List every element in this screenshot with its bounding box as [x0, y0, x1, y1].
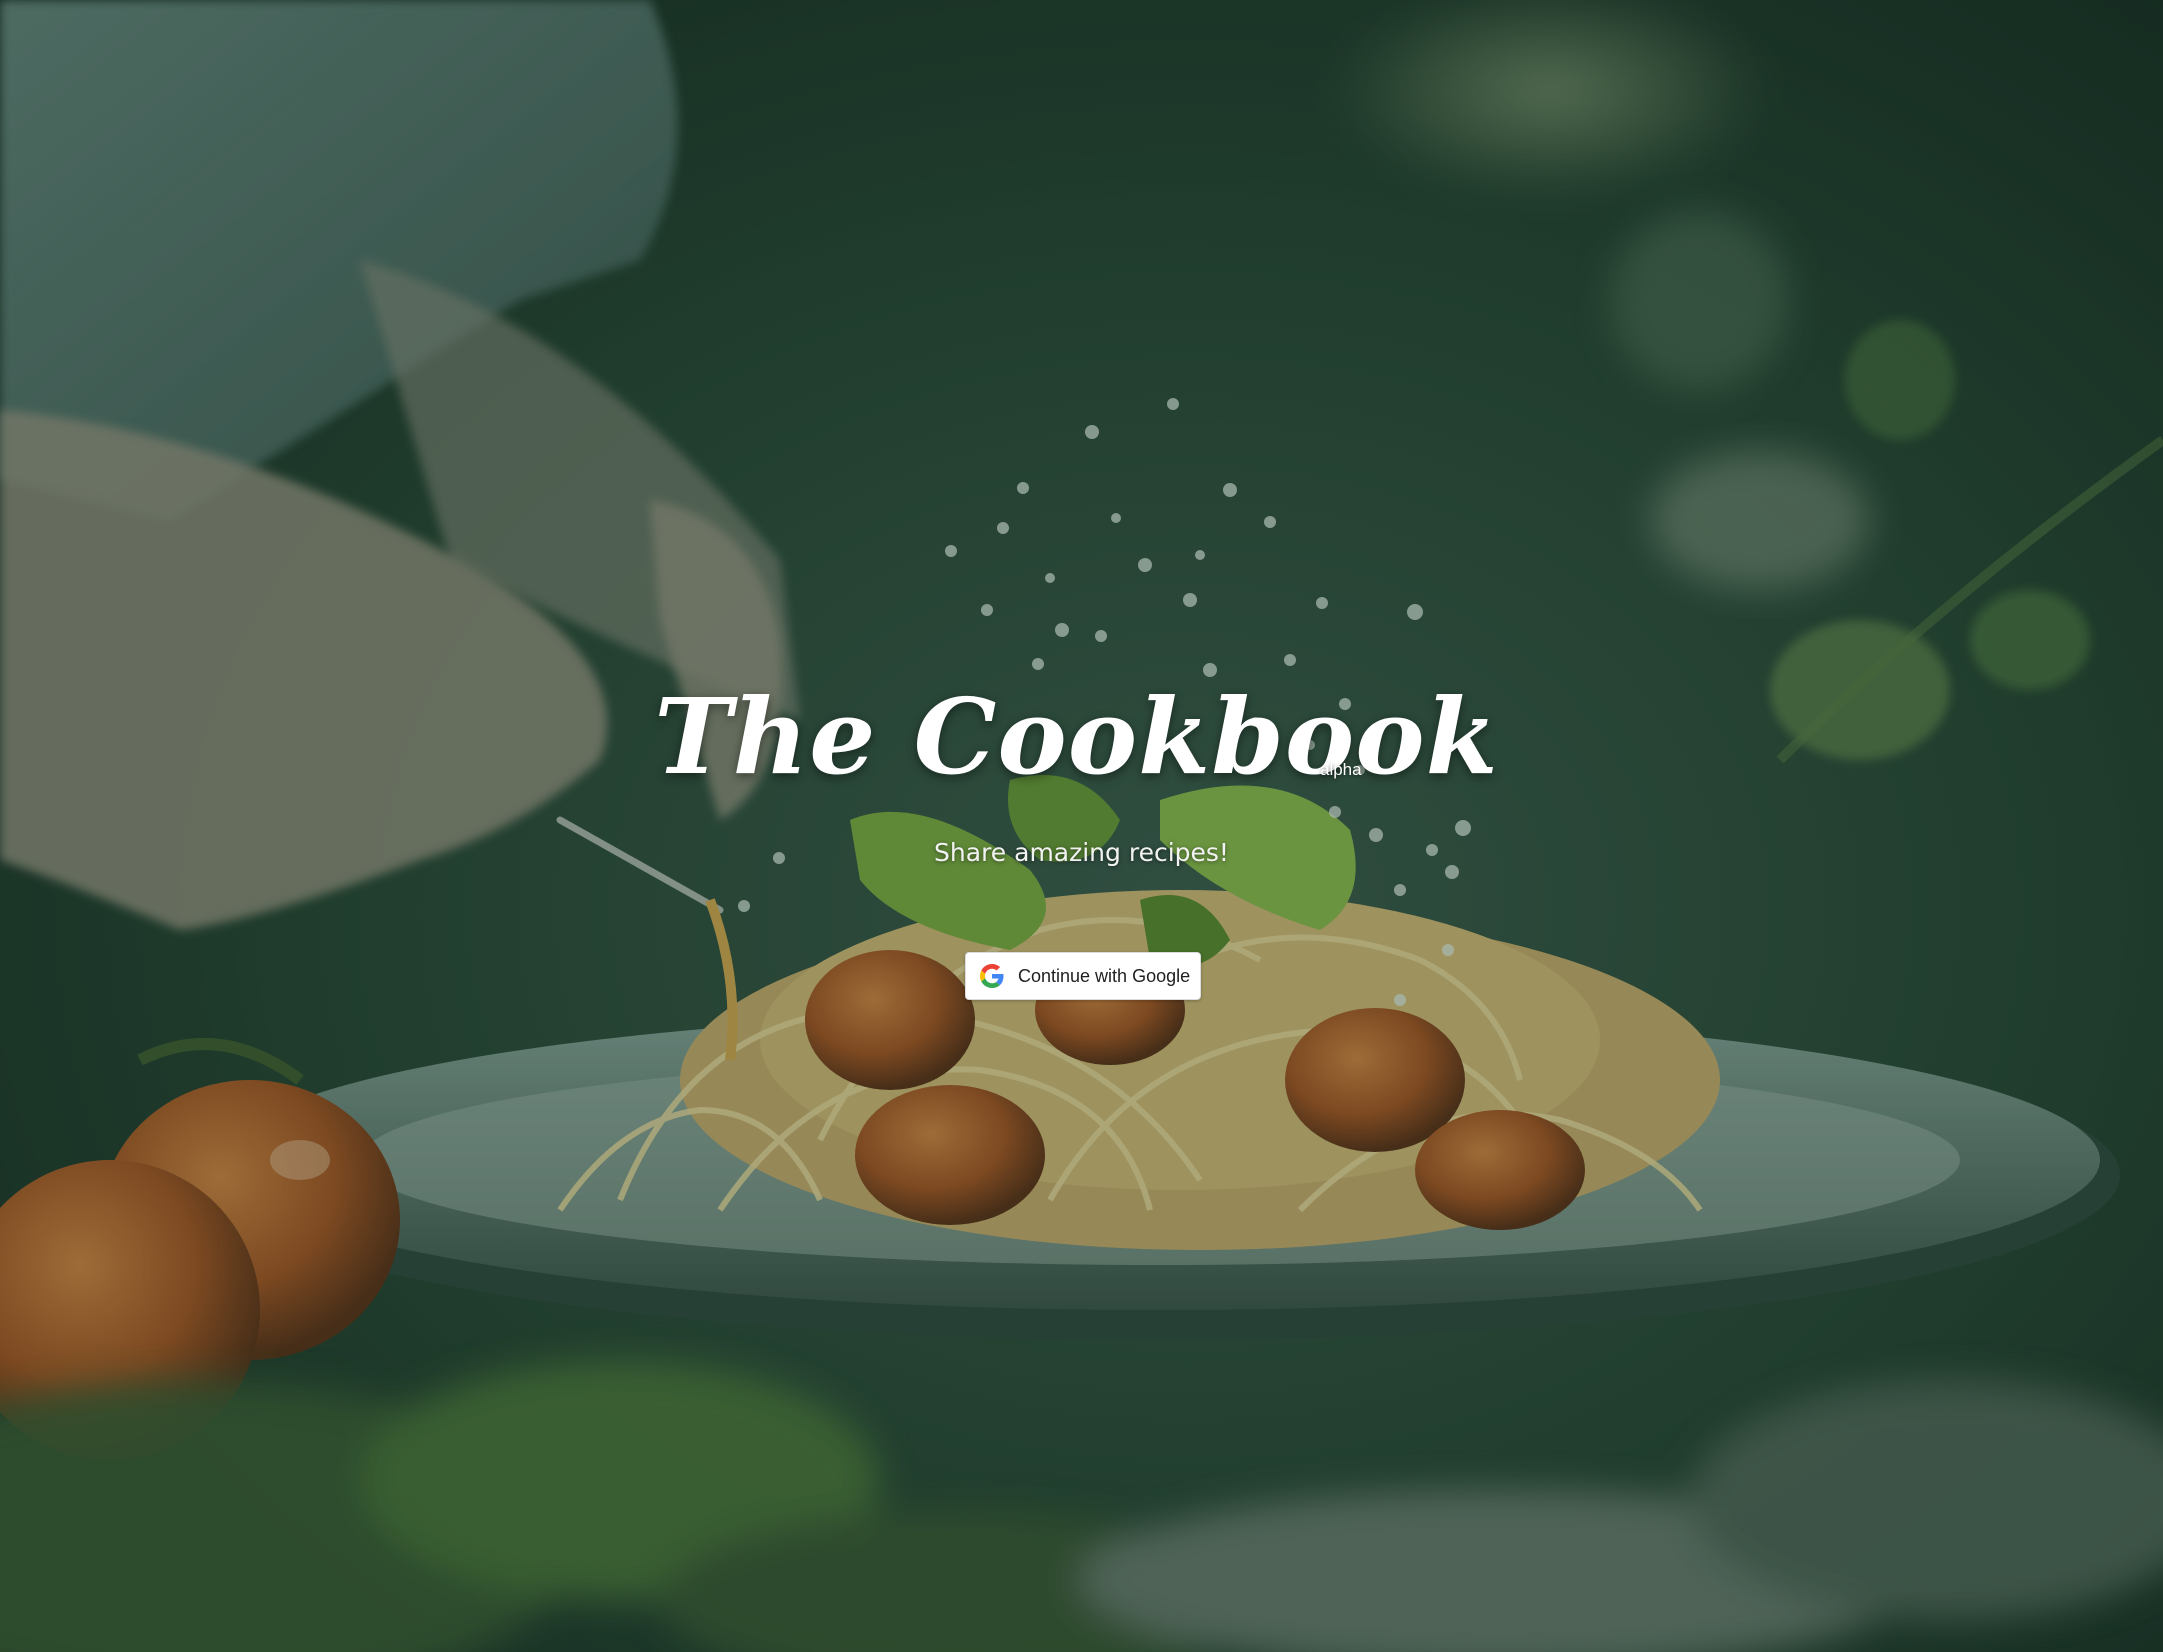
title-row: The Cookbook [0, 672, 2163, 802]
alpha-badge: alpha [1320, 760, 1362, 779]
continue-with-google-button[interactable]: Continue with Google [965, 952, 1201, 1000]
landing-page: The Cookbook alpha Share amazing recipes… [0, 0, 2163, 1652]
app-title: The Cookbook [654, 675, 1499, 798]
hero-section: The Cookbook alpha Share amazing recipes… [0, 0, 2163, 1652]
google-button-label: Continue with Google [1018, 966, 1191, 986]
google-g-icon [980, 964, 1004, 988]
tagline: Share amazing recipes! [934, 838, 1229, 867]
